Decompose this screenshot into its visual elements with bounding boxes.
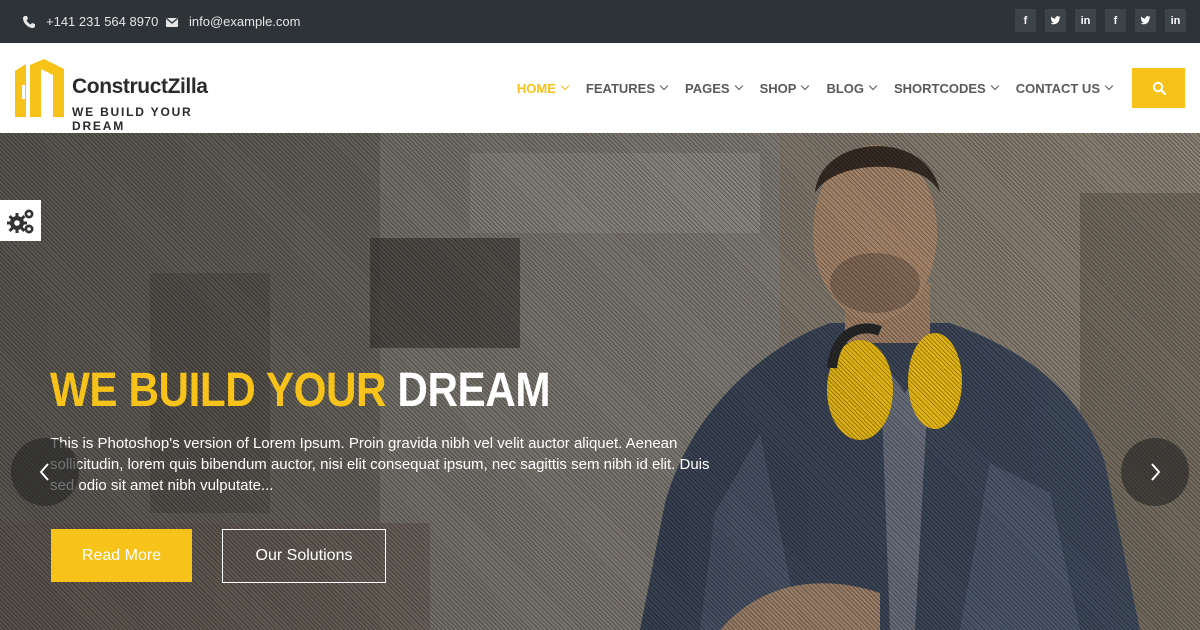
nav-label: SHOP: [759, 80, 797, 96]
slider-prev-button[interactable]: [11, 438, 79, 506]
logo-tagline: WE BUILD YOUR DREAM: [72, 105, 193, 133]
chevron-down-icon: [560, 81, 570, 91]
logo-name: ConstructZilla: [72, 75, 208, 98]
chevron-down-icon: [801, 81, 810, 91]
nav-label: CONTACT US: [1015, 80, 1100, 96]
hero-slider: WE BUILD YOUR DREAM This is Photoshop's …: [0, 133, 1200, 630]
nav-label: SHORTCODES: [894, 80, 986, 96]
contact-email[interactable]: info@example.com: [165, 0, 300, 43]
facebook-label: f: [1023, 14, 1028, 27]
hero-title: WE BUILD YOUR DREAM: [50, 363, 551, 418]
nav-item-contact-us[interactable]: CONTACT US: [1015, 80, 1114, 96]
site-header: ConstructZilla WE BUILD YOUR DREAM HOME …: [0, 43, 1200, 133]
chevron-down-icon: [659, 81, 669, 91]
social-links: f in f in: [1015, 9, 1186, 32]
facebook-icon[interactable]: f: [1015, 9, 1036, 32]
nav-item-features[interactable]: FEATURES: [585, 80, 669, 96]
chevron-down-icon: [868, 81, 878, 91]
gears-icon: [6, 209, 33, 233]
nav-item-shortcodes[interactable]: SHORTCODES: [894, 80, 999, 96]
chevron-right-icon: [1151, 463, 1161, 481]
nav-item-blog[interactable]: BLOG: [826, 80, 878, 96]
main-nav: HOME FEATURES PAGES SHOP BLOG SHORTCODES…: [499, 43, 1114, 133]
nav-item-home[interactable]: HOME: [516, 80, 570, 96]
search-icon: [1152, 81, 1166, 95]
twitter-icon[interactable]: [1135, 9, 1156, 32]
hero-description: This is Photoshop's version of Lorem Ips…: [50, 435, 710, 494]
twitter-icon[interactable]: [1045, 9, 1066, 32]
site-logo[interactable]: ConstructZilla WE BUILD YOUR DREAM: [14, 59, 244, 133]
hero-title-highlight: WE BUILD YOUR: [50, 364, 387, 417]
chevron-left-icon: [39, 463, 49, 481]
read-more-button[interactable]: Read More: [51, 529, 192, 582]
slider-next-button[interactable]: [1121, 438, 1189, 506]
phone-number: +141 231 564 8970: [46, 14, 159, 29]
envelope-icon: [165, 15, 179, 29]
phone-icon: [22, 15, 36, 29]
chevron-down-icon: [734, 81, 743, 91]
logo-building-icon: [15, 59, 64, 117]
linkedin-icon[interactable]: in: [1075, 9, 1096, 32]
chevron-down-icon: [990, 81, 999, 91]
facebook-label: f: [1113, 14, 1118, 27]
nav-item-pages[interactable]: PAGES: [685, 80, 743, 96]
email-address: info@example.com: [189, 14, 301, 29]
top-bar: +141 231 564 8970 info@example.com f in …: [0, 0, 1200, 43]
chevron-down-icon: [1104, 81, 1114, 91]
linkedin-icon[interactable]: in: [1165, 9, 1186, 32]
nav-label: PAGES: [685, 80, 730, 96]
hero-title-rest: DREAM: [397, 364, 551, 417]
search-button[interactable]: [1132, 68, 1185, 108]
nav-label: HOME: [516, 80, 556, 96]
linkedin-label: in: [1080, 14, 1091, 27]
settings-toggle[interactable]: [0, 200, 41, 241]
contact-phone[interactable]: +141 231 564 8970: [22, 0, 158, 43]
nav-item-shop[interactable]: SHOP: [759, 80, 810, 96]
facebook-icon[interactable]: f: [1105, 9, 1126, 32]
linkedin-label: in: [1170, 14, 1181, 27]
nav-label: FEATURES: [585, 80, 656, 96]
nav-label: BLOG: [826, 80, 864, 96]
our-solutions-button[interactable]: Our Solutions: [222, 529, 386, 583]
